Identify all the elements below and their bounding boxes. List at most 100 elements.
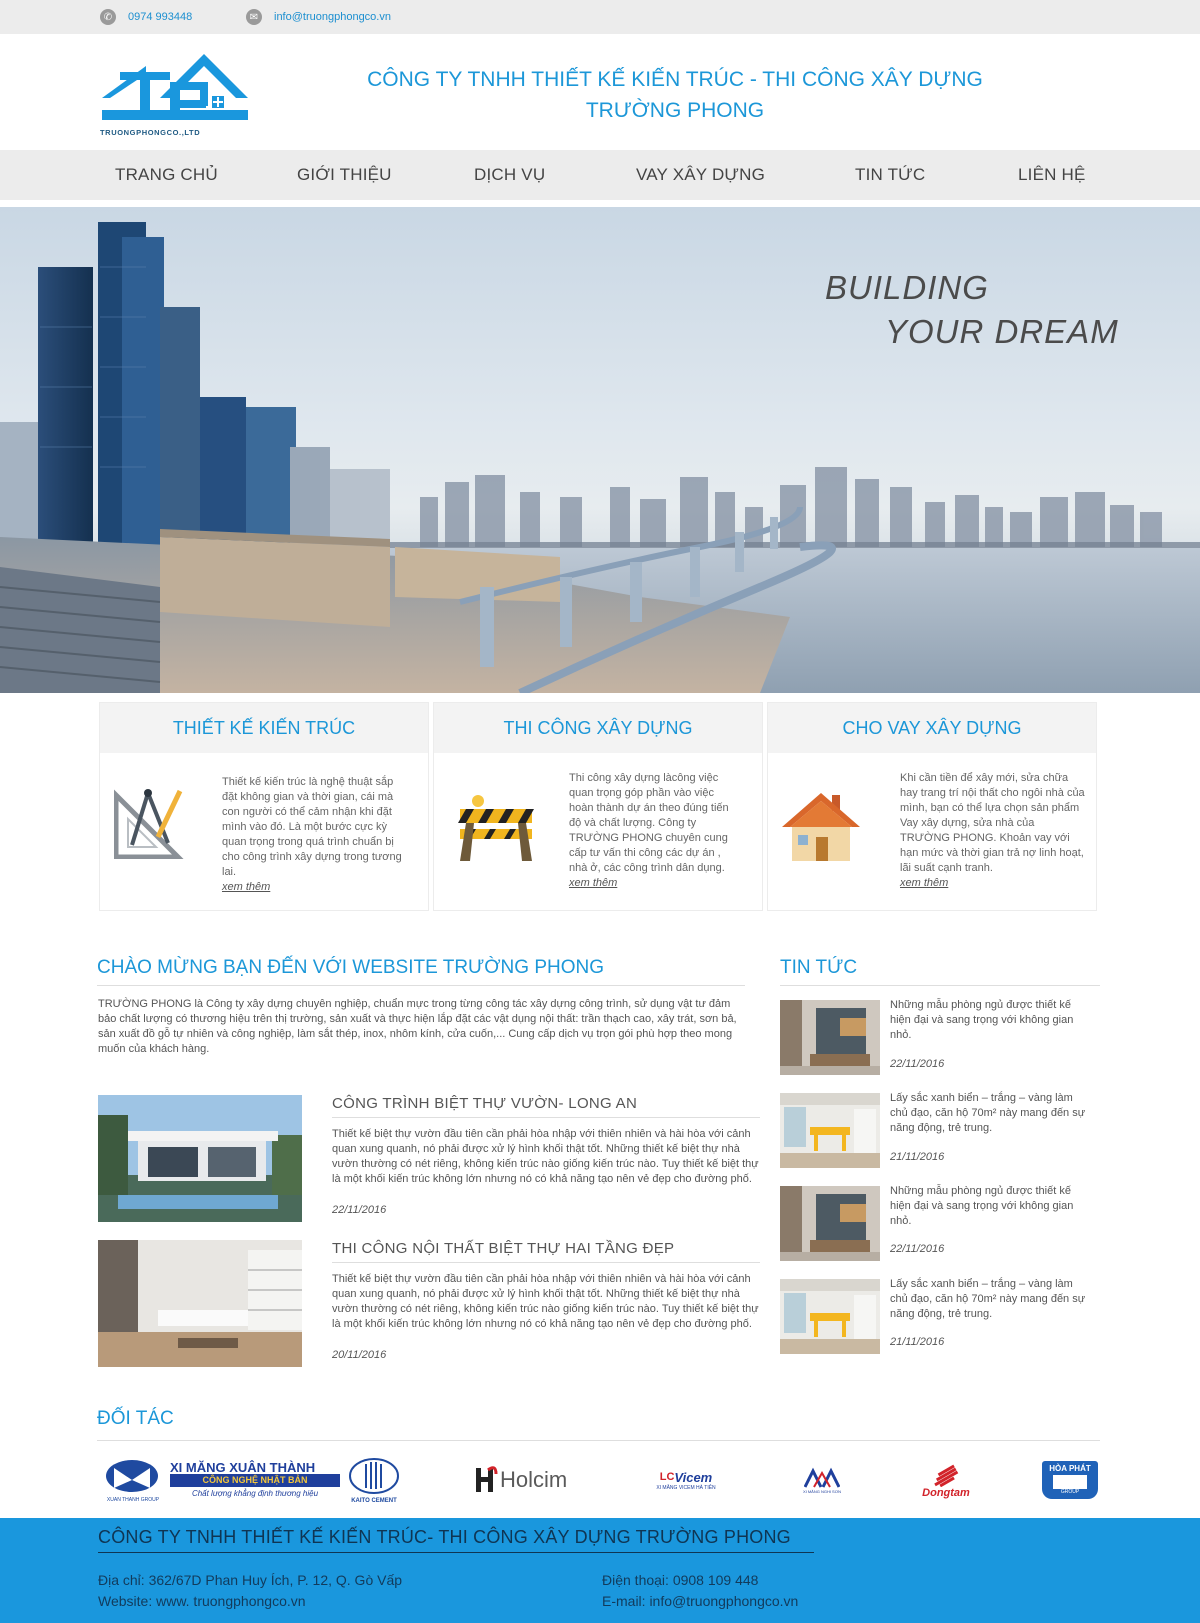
article-divider xyxy=(332,1262,760,1263)
article-image-interior[interactable] xyxy=(98,1240,302,1367)
partners-divider xyxy=(97,1440,1100,1441)
service-title[interactable]: CHO VAY XÂY DỰNG xyxy=(768,703,1096,753)
welcome-divider xyxy=(97,985,745,986)
article-divider xyxy=(332,1117,760,1118)
footer-phone[interactable]: Điện thoại: 0908 109 448 xyxy=(602,1572,758,1588)
vicem-mark: LC Vicem xyxy=(660,1470,713,1485)
xuan-thanh-group-text: XUAN THANH GROUP xyxy=(107,1497,160,1503)
partner-hoa-phat-logo[interactable]: HÒA PHÁT GROUP xyxy=(1042,1455,1100,1505)
partner-holcim-logo[interactable]: Holcim xyxy=(474,1455,584,1505)
service-description-text: Thi công xây dựng làcông việc quan trọng… xyxy=(569,772,729,874)
dongtam-text: Dongtam xyxy=(922,1487,970,1499)
kaito-cement-text: KAITO CEMENT xyxy=(351,1498,397,1504)
vicem-subtitle: XI MĂNG VICEM HÀ TIÊN xyxy=(656,1484,716,1491)
news-title: TIN TỨC xyxy=(780,957,858,978)
service-description: Thiết kế kiến trúc là nghệ thuật sắp đặt… xyxy=(222,775,407,895)
city-waterfront-image xyxy=(0,222,1200,693)
welcome-text: TRƯỜNG PHONG là Công ty xây dựng chuyên … xyxy=(98,998,737,1055)
hoa-phat-emblem-icon xyxy=(1053,1475,1087,1489)
news-headline[interactable]: Lấy sắc xanh biển – trắng – vàng làm chủ… xyxy=(890,1091,1090,1136)
xuan-thanh-subtitle: CÔNG NGHỆ NHẬT BẢN xyxy=(170,1473,340,1487)
service-title[interactable]: THIẾT KẾ KIẾN TRÚC xyxy=(100,703,428,753)
nav-services[interactable]: DỊCH VỤ xyxy=(474,165,545,185)
house-icon xyxy=(780,791,862,868)
drafting-tools-icon xyxy=(113,787,185,864)
article-image-villa[interactable] xyxy=(98,1095,302,1222)
hero-banner: BUILDING YOUR DREAM xyxy=(0,207,1200,693)
company-logo[interactable]: TRUONGPHONGCO.,LTD xyxy=(100,52,248,140)
xuan-thanh-slogan: Chất lượng khẳng định thương hiệu xyxy=(191,1488,319,1498)
news-date: 21/11/2016 xyxy=(890,1151,945,1163)
top-bar: ✆ 0974 993448 ✉ info@truongphongco.vn xyxy=(0,0,1200,34)
xuan-thanh-emblem-icon: XUAN THANH GROUP xyxy=(106,1460,160,1503)
news-divider xyxy=(780,985,1100,986)
main-nav: TRANG CHỦ GIỚI THIỆU DỊCH VỤ VAY XÂY DỰN… xyxy=(0,150,1200,200)
xuan-thanh-text: XI MĂNG XUÂN THÀNH CÔNG NGHỆ NHẬT BẢN Ch… xyxy=(170,1461,340,1500)
welcome-title: CHÀO MỪNG BẠN ĐẾN VỚI WEBSITE TRƯỜNG PHO… xyxy=(97,957,605,978)
phone-contact[interactable]: ✆ 0974 993448 xyxy=(100,9,192,25)
read-more-link[interactable]: xem thêm xyxy=(900,876,1085,891)
kaito-cement-emblem-icon: KAITO CEMENT xyxy=(349,1458,399,1504)
footer-website[interactable]: Website: www. truongphongco.vn xyxy=(98,1593,306,1609)
article-date: 20/11/2016 xyxy=(332,1349,387,1361)
mail-icon: ✉ xyxy=(246,9,262,25)
footer-email[interactable]: E-mail: info@truongphongco.vn xyxy=(602,1593,798,1609)
news-headline[interactable]: Những mẫu phòng ngủ được thiết kế hiện đ… xyxy=(890,1184,1090,1229)
service-description: Khi cần tiền để xây mới, sửa chữa hay tr… xyxy=(900,771,1085,891)
nav-news[interactable]: TIN TỨC xyxy=(855,165,925,185)
read-more-link[interactable]: xem thêm xyxy=(569,876,734,891)
logo-house-icon xyxy=(102,54,248,120)
xuan-thanh-name: XI MĂNG XUÂN THÀNH xyxy=(170,1459,316,1475)
nghi-son-text: XI MĂNG NGHI SƠN xyxy=(802,1488,842,1494)
news-date: 22/11/2016 xyxy=(890,1058,945,1070)
service-card-construction: THI CÔNG XÂY DỰNG Thi công xây dựng làcô… xyxy=(433,702,763,911)
article-title[interactable]: CÔNG TRÌNH BIỆT THỰ VƯỜN- LONG AN xyxy=(332,1095,637,1112)
partners-title: ĐỐI TÁC xyxy=(97,1408,174,1429)
read-more-link[interactable]: xem thêm xyxy=(222,880,407,895)
email-contact[interactable]: ✉ info@truongphongco.vn xyxy=(246,9,391,25)
news-image-apartment[interactable] xyxy=(780,1279,880,1354)
article-excerpt: Thiết kế biệt thự vườn đầu tiên cần phải… xyxy=(332,1128,759,1185)
nav-home[interactable]: TRANG CHỦ xyxy=(115,165,218,185)
nav-contact[interactable]: LIÊN HỆ xyxy=(1018,165,1086,185)
company-name-line1: CÔNG TY TNHH THIẾT KẾ KIẾN TRÚC - THI CÔ… xyxy=(367,68,983,91)
vicem-name: Vicem xyxy=(674,1469,713,1485)
site-footer: CÔNG TY TNHH THIẾT KẾ KIẾN TRÚC- THI CÔN… xyxy=(0,1518,1200,1623)
dongtam-flame-icon xyxy=(934,1464,959,1487)
news-headline[interactable]: Lấy sắc xanh biển – trắng – vàng làm chủ… xyxy=(890,1277,1090,1322)
hero-slogan-line2: YOUR DREAM xyxy=(885,313,1119,350)
hero-slogan-line1: BUILDING xyxy=(825,269,989,306)
nghi-son-mountain-icon xyxy=(804,1467,840,1488)
news-image-bedroom[interactable] xyxy=(780,1186,880,1261)
news-headline[interactable]: Những mẫu phòng ngủ được thiết kế hiện đ… xyxy=(890,998,1090,1043)
footer-company-name: CÔNG TY TNHH THIẾT KẾ KIẾN TRÚC- THI CÔN… xyxy=(98,1527,791,1547)
footer-address: Địa chỉ: 362/67D Phan Huy Ích, P. 12, Q.… xyxy=(98,1572,403,1588)
news-image-bedroom[interactable] xyxy=(780,1000,880,1075)
article-title[interactable]: THI CÔNG NỘI THẤT BIỆT THỰ HAI TẦNG ĐẸP xyxy=(332,1240,674,1257)
construction-barrier-icon xyxy=(456,793,536,868)
service-description-text: Thiết kế kiến trúc là nghệ thuật sắp đặt… xyxy=(222,776,402,878)
footer-divider xyxy=(98,1552,814,1553)
phone-icon: ✆ xyxy=(100,9,116,25)
hoa-phat-group: GROUP xyxy=(1060,1489,1080,1495)
hoa-phat-name: HÒA PHÁT xyxy=(1049,1464,1091,1473)
news-date: 21/11/2016 xyxy=(890,1336,945,1348)
partner-dongtam-logo[interactable]: Dongtam xyxy=(916,1455,976,1505)
partner-vicem-logo[interactable]: LC Vicem XI MĂNG VICEM HÀ TIÊN xyxy=(651,1455,721,1505)
logo-text: TRUONGPHONGCO.,LTD xyxy=(100,128,201,137)
email-address: info@truongphongco.vn xyxy=(274,11,391,23)
nav-about[interactable]: GIỚI THIỆU xyxy=(297,165,392,185)
holcim-text: Holcim xyxy=(500,1467,568,1492)
partner-xuan-thanh-logo[interactable]: XUAN THANH GROUP XI MĂNG XUÂN THÀNH CÔNG… xyxy=(104,1455,404,1505)
nav-construction-loan[interactable]: VAY XÂY DỰNG xyxy=(636,165,765,185)
company-name: CÔNG TY TNHH THIẾT KẾ KIẾN TRÚC - THI CÔ… xyxy=(330,64,1020,126)
service-description-text: Khi cần tiền để xây mới, sửa chữa hay tr… xyxy=(900,772,1085,874)
service-card-loan: CHO VAY XÂY DỰNG Khi cần tiền để xây mới… xyxy=(767,702,1097,911)
site-header: TRUONGPHONGCO.,LTD CÔNG TY TNHH THIẾT KẾ… xyxy=(0,34,1200,149)
partner-nghi-son-logo[interactable]: XI MĂNG NGHI SƠN xyxy=(800,1455,844,1505)
service-description: Thi công xây dựng làcông việc quan trọng… xyxy=(569,771,734,891)
vicem-lc-icon: LC xyxy=(659,1471,675,1483)
news-image-apartment[interactable] xyxy=(780,1093,880,1168)
service-card-architecture: THIẾT KẾ KIẾN TRÚC Thiết kế kiến trúc là… xyxy=(99,702,429,911)
service-title[interactable]: THI CÔNG XÂY DỰNG xyxy=(434,703,762,753)
